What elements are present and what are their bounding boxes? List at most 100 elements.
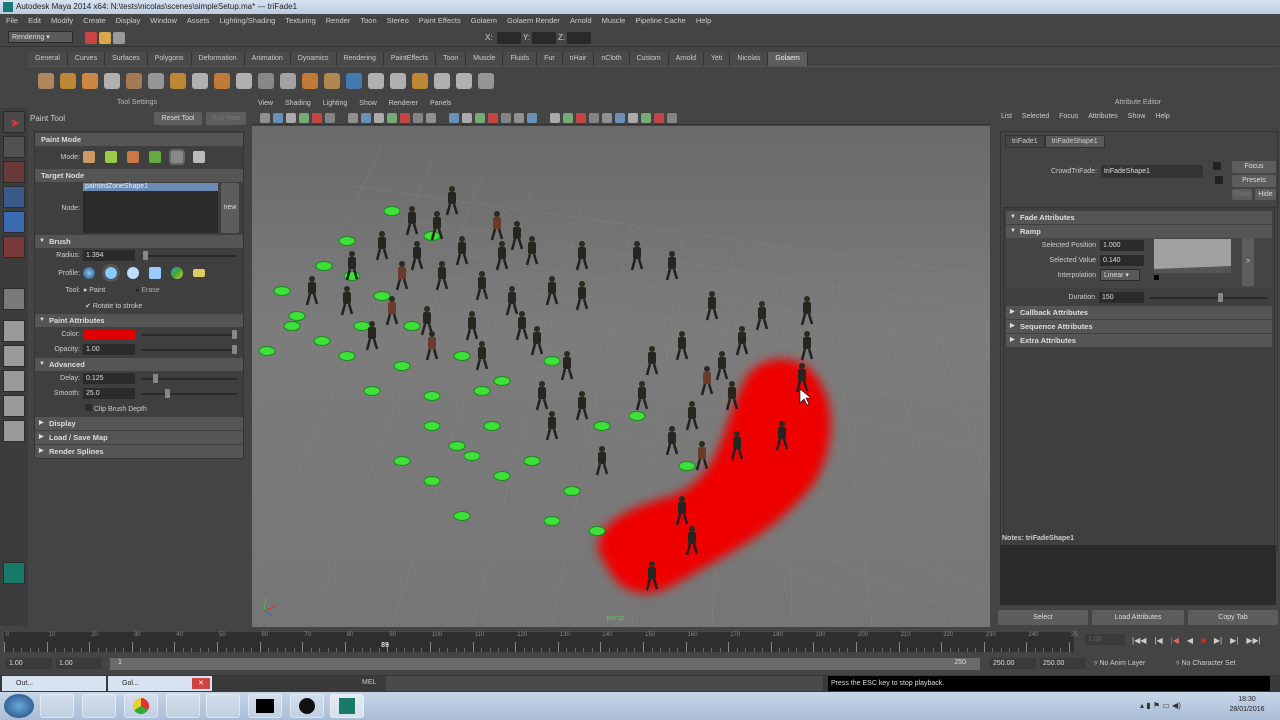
go-to-end-icon[interactable]: ▶▶| xyxy=(1246,636,1260,645)
profile-square-icon[interactable] xyxy=(149,267,161,279)
focus-button[interactable]: Focus xyxy=(1232,161,1276,173)
viewport-tool-icon[interactable] xyxy=(576,113,586,123)
menu-lighting-shading[interactable]: Lighting/Shading xyxy=(219,14,275,28)
menu-file[interactable]: File xyxy=(6,14,18,28)
shelf-tool-icon[interactable] xyxy=(302,73,318,89)
notes-field[interactable] xyxy=(1000,545,1276,605)
single-perspective-layout-icon[interactable] xyxy=(3,320,25,342)
shelf-tool-icon[interactable] xyxy=(82,73,98,89)
clock-date[interactable]: 28/01/2016 xyxy=(1222,706,1272,713)
rotate-tool-icon[interactable] xyxy=(3,211,25,233)
menu-muscle[interactable]: Muscle xyxy=(602,14,626,28)
character-set-dropdown[interactable]: ▿ No Character Set xyxy=(1176,659,1236,667)
smooth-slider[interactable] xyxy=(141,388,237,398)
shelf-tab-ncloth[interactable]: nCloth xyxy=(594,52,630,66)
viewport-tool-icon[interactable] xyxy=(325,113,335,123)
advanced-header[interactable]: ▼ Advanced xyxy=(35,358,243,371)
viewport-tool-icon[interactable] xyxy=(348,113,358,123)
attr-menu-help[interactable]: Help xyxy=(1155,109,1169,125)
step-forward-key-icon[interactable]: ▶| xyxy=(1230,636,1238,645)
load-save-map-header[interactable]: ▶ Load / Save Map xyxy=(35,431,243,444)
explorer-taskbar-icon[interactable] xyxy=(40,694,74,718)
scene-view[interactable]: persp xyxy=(151,126,1033,662)
viewport-tool-icon[interactable] xyxy=(615,113,625,123)
shelf-tab-custom[interactable]: Custom xyxy=(629,52,669,66)
shelf-tool-icon[interactable] xyxy=(170,73,186,89)
go-to-start-icon[interactable]: |◀◀ xyxy=(1132,636,1146,645)
four-view-layout-icon[interactable] xyxy=(3,345,25,367)
y-field[interactable] xyxy=(532,32,556,44)
shelf-tool-icon[interactable] xyxy=(60,73,76,89)
shelf-tool-icon[interactable] xyxy=(38,73,54,89)
tab-trifade1[interactable]: triFade1 xyxy=(1005,135,1045,148)
menu-edit[interactable]: Edit xyxy=(28,14,41,28)
tab-trifadeshape1[interactable]: triFadeShape1 xyxy=(1044,135,1105,148)
display-header[interactable]: ▶ Display xyxy=(35,417,243,430)
perspective-viewport[interactable]: persp xyxy=(151,126,1033,662)
viewport-menu-panels[interactable]: Panels xyxy=(430,97,451,110)
close-icon[interactable]: ✕ xyxy=(192,678,210,689)
menu-render[interactable]: Render xyxy=(326,14,351,28)
shelf-tab-curves[interactable]: Curves xyxy=(67,52,106,66)
end-time-field[interactable]: 250.00 xyxy=(1040,658,1086,669)
attr-menu-attributes[interactable]: Attributes xyxy=(1088,109,1118,125)
viewport-tool-icon[interactable] xyxy=(449,113,459,123)
notes-taskbar-icon[interactable] xyxy=(166,694,200,718)
step-forward-icon[interactable]: ▶| xyxy=(1214,636,1222,645)
golaem-icon[interactable] xyxy=(3,562,25,584)
paint-attributes-header[interactable]: ▼ Paint Attributes xyxy=(35,314,243,327)
shelf-tab-polygons[interactable]: Polygons xyxy=(147,52,192,66)
radius-slider[interactable] xyxy=(141,250,237,260)
attr-menu-selected[interactable]: Selected xyxy=(1022,109,1049,125)
presets-button[interactable]: Presets xyxy=(1232,175,1276,187)
graph-layout-icon[interactable] xyxy=(3,395,25,417)
output-connection-icon[interactable] xyxy=(1215,176,1223,184)
viewport-tool-icon[interactable] xyxy=(628,113,638,123)
viewport-tool-icon[interactable] xyxy=(527,113,537,123)
node-name-field[interactable]: triFadeShape1 xyxy=(1101,165,1203,178)
duration-field[interactable]: 150 xyxy=(1099,292,1144,303)
shelf-tool-icon[interactable] xyxy=(126,73,142,89)
shelf-tab-surfaces[interactable]: Surfaces xyxy=(105,52,148,66)
copy-tab-button[interactable]: Copy Tab xyxy=(1188,610,1278,625)
tray-icons[interactable]: ▴ ▮ ⚑ ▭ ◀) xyxy=(1140,701,1181,710)
obs-taskbar-icon[interactable] xyxy=(290,694,324,718)
shelf-tool-icon[interactable] xyxy=(390,73,406,89)
menu-modify[interactable]: Modify xyxy=(51,14,73,28)
z-field[interactable] xyxy=(567,32,591,44)
rotate-to-stroke-checkbox[interactable]: ✔ Rotate to stroke xyxy=(85,302,142,310)
radius-field[interactable]: 1.394 xyxy=(83,250,135,261)
reset-tool-button[interactable]: Reset Tool xyxy=(154,111,202,125)
shelf-tool-icon[interactable] xyxy=(280,73,296,89)
chrome-taskbar-icon[interactable] xyxy=(124,694,158,718)
ramp-graph[interactable] xyxy=(1154,239,1231,273)
save-scene-icon[interactable] xyxy=(113,32,126,44)
menu-arnold[interactable]: Arnold xyxy=(570,14,592,28)
stop-icon[interactable]: ■ xyxy=(1201,636,1206,645)
mode-character-icon[interactable] xyxy=(193,151,205,163)
mode-paint-zone-icon[interactable] xyxy=(169,149,185,165)
interpolation-dropdown[interactable]: Linear ▾ xyxy=(1100,269,1140,281)
viewport-tool-icon[interactable] xyxy=(400,113,410,123)
viewport-tool-icon[interactable] xyxy=(589,113,599,123)
paint-mode-header[interactable]: Paint Mode xyxy=(35,133,243,146)
shelf-tab-yeti[interactable]: Yeti xyxy=(703,52,731,66)
menu-assets[interactable]: Assets xyxy=(187,14,210,28)
menu-toon[interactable]: Toon xyxy=(360,14,376,28)
shelf-tab-deformation[interactable]: Deformation xyxy=(191,52,245,66)
viewport-tool-icon[interactable] xyxy=(488,113,498,123)
current-frame-field[interactable]: 1.00 xyxy=(1085,634,1125,645)
viewport-tool-icon[interactable] xyxy=(413,113,423,123)
open-scene-icon[interactable] xyxy=(99,32,112,44)
playback-end-field[interactable]: 250.00 xyxy=(990,658,1036,669)
shelf-tool-icon[interactable] xyxy=(434,73,450,89)
opacity-slider[interactable] xyxy=(141,344,237,354)
ramp-header[interactable]: ▼ Ramp xyxy=(1006,225,1272,238)
viewport-menu-lighting[interactable]: Lighting xyxy=(323,97,348,110)
shelf-tab-toon[interactable]: Toon xyxy=(436,52,467,66)
viewport-tool-icon[interactable] xyxy=(641,113,651,123)
viewport-tool-icon[interactable] xyxy=(550,113,560,123)
menu-window[interactable]: Window xyxy=(150,14,177,28)
select-button[interactable]: Select xyxy=(998,610,1088,625)
shelf-tool-icon[interactable] xyxy=(192,73,208,89)
